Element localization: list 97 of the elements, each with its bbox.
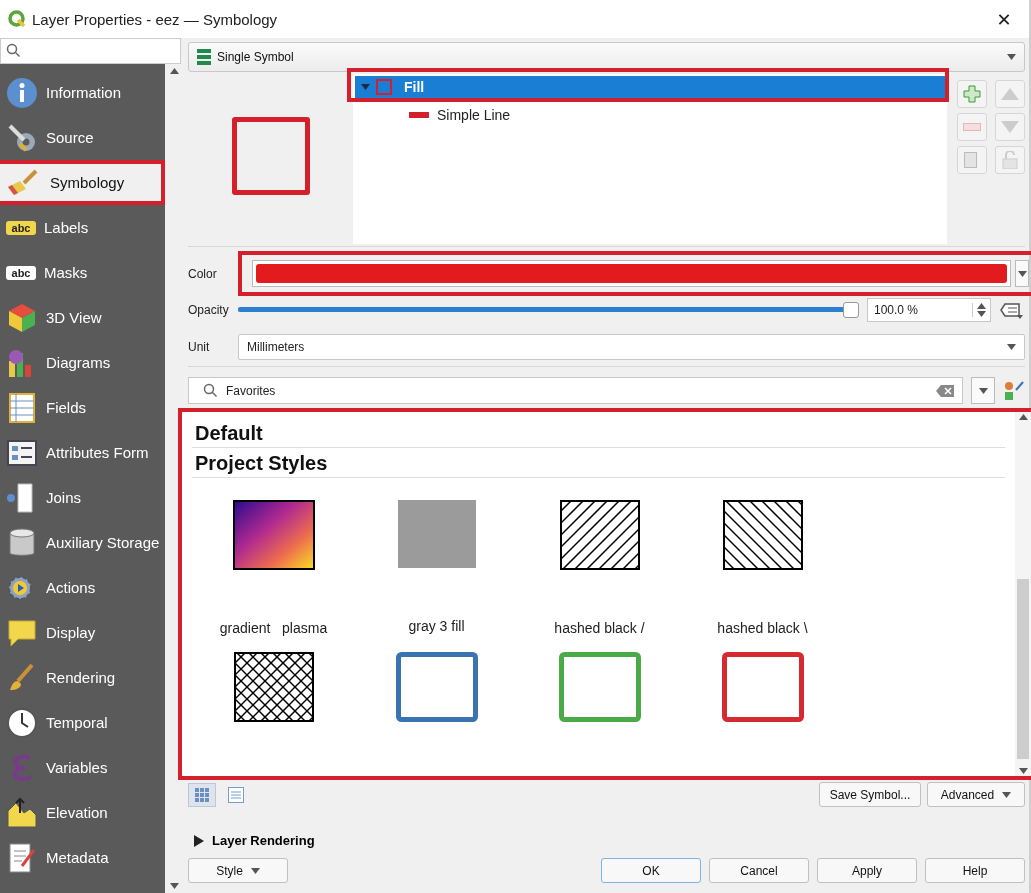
clear-icon[interactable] [936,384,954,397]
sidebar-item[interactable]: Attributes Form [0,430,165,475]
filter-menu-button[interactable] [971,377,995,404]
sidebar-item[interactable]: 3D View [0,295,165,340]
line-symbol-icon [409,112,429,118]
sidebar-item[interactable]: Rendering [0,655,165,700]
unit-label: Unit [188,340,211,354]
dialog-button[interactable]: Cancel [709,858,809,883]
renderer-dropdown[interactable]: Single Symbol [188,42,1025,72]
sidebar-item[interactable]: Display [0,610,165,655]
data-defined-icon [999,300,1025,320]
sidebar-item[interactable]: Variables [0,745,165,790]
sidebar-item[interactable]: Symbology [0,160,165,205]
symbol-name: gradient plasma [219,620,328,636]
add-layer-button[interactable] [957,80,987,108]
symbol-layer-item[interactable]: Simple Line [355,104,945,126]
symbol-name: hashed black / [554,620,645,636]
ok-button[interactable]: OK [601,858,701,883]
group-heading: Default [192,418,1005,448]
caret-icon [169,68,179,74]
solid-fill-swatch[interactable] [397,500,476,568]
opacity-label: Opacity [188,303,230,317]
app-logo-icon [8,10,26,28]
caret-icon [1007,344,1016,350]
caret-icon [1017,270,1027,277]
caret-icon [169,883,179,889]
caret-icon [1007,54,1016,60]
hatched-swatch[interactable] [722,500,803,570]
database-icon [6,526,38,559]
document-pencil-icon [6,841,38,874]
outline-swatch[interactable] [395,652,478,722]
sidebar-item[interactable]: Metadata [0,835,165,880]
expand-caret-icon[interactable] [361,84,370,90]
sidebar-item[interactable]: Diagrams [0,340,165,385]
color-label: Color [188,266,218,281]
group-heading: Project Styles [192,448,1005,478]
grid-view-button[interactable] [188,782,216,807]
copy-icon [964,152,980,168]
label-tag-icon: abc [6,220,36,235]
section-toggle[interactable]: Layer Rendering [188,833,1025,848]
table-icon [6,391,38,424]
label-tag-icon: abc [6,265,36,280]
advanced-button[interactable]: Advanced [927,782,1025,807]
search-field[interactable] [0,38,181,64]
caret-icon [1018,768,1028,774]
outline-swatch[interactable] [558,652,641,722]
down-triangle-icon [1001,121,1019,133]
symbol-name: hashed black \ [717,620,808,636]
outline-swatch[interactable] [721,652,804,722]
sidebar-item[interactable]: abc Labels [0,205,165,250]
cube-icon [6,301,38,334]
sidebar-item[interactable]: Information [0,70,165,115]
sidebar-item[interactable]: Elevation [0,790,165,835]
dialog-button[interactable]: Help [925,858,1025,883]
sidebar-item[interactable]: abc Masks [0,250,165,295]
hatched-swatch[interactable] [233,652,314,722]
sidebar-item[interactable]: Fields [0,385,165,430]
sidebar-item[interactable]: Actions [0,565,165,610]
sidebar-item[interactable]: Auxiliary Storage [0,520,165,565]
caret-icon [1018,414,1028,420]
search-icon [6,43,21,58]
symbol-layer-item[interactable]: Fill [355,76,945,98]
scroll-thumb[interactable] [1017,579,1029,759]
save-symbol-button[interactable]: Save Symbol... [819,782,921,807]
disclosure-triangle-icon [194,834,204,847]
style-manager-icon[interactable] [1003,379,1025,402]
up-triangle-icon [1001,88,1019,100]
elevation-icon [6,796,38,829]
clock-icon [6,706,38,739]
symbol-name: gray 3 fill [408,618,465,634]
list-icon [228,786,244,803]
plus-icon [963,85,981,103]
caret-icon [1002,791,1012,798]
slider-thumb[interactable] [843,302,859,318]
color-menu-button[interactable] [1015,260,1029,287]
search-icon [203,383,218,398]
style-button[interactable]: Style [188,858,288,883]
library-search-field[interactable]: Favorites [188,377,963,404]
sidebar-item[interactable]: Joins [0,475,165,520]
caret-icon [250,867,260,874]
gradient-swatch[interactable] [232,500,315,570]
fill-symbol-icon [376,79,392,95]
caret-icon [978,387,988,394]
scrollbar[interactable] [1015,412,1031,776]
info-icon [6,76,38,109]
window-title: Layer Properties - eez — Symbology [32,10,279,28]
dialog-button[interactable]: Apply [817,858,917,883]
close-button[interactable]: ✕ [987,4,1021,34]
lock-icon [1002,151,1018,169]
opacity-spinbox[interactable]: 100.0 % [867,298,991,322]
unit-dropdown[interactable]: Millimeters [238,334,1025,360]
sidebar-item[interactable]: Temporal [0,700,165,745]
hatched-swatch[interactable] [559,500,640,570]
minus-icon [963,123,981,131]
grid-icon [195,787,209,802]
stacked-bars-icon [197,49,211,65]
sidebar-item[interactable]: Source [0,115,165,160]
